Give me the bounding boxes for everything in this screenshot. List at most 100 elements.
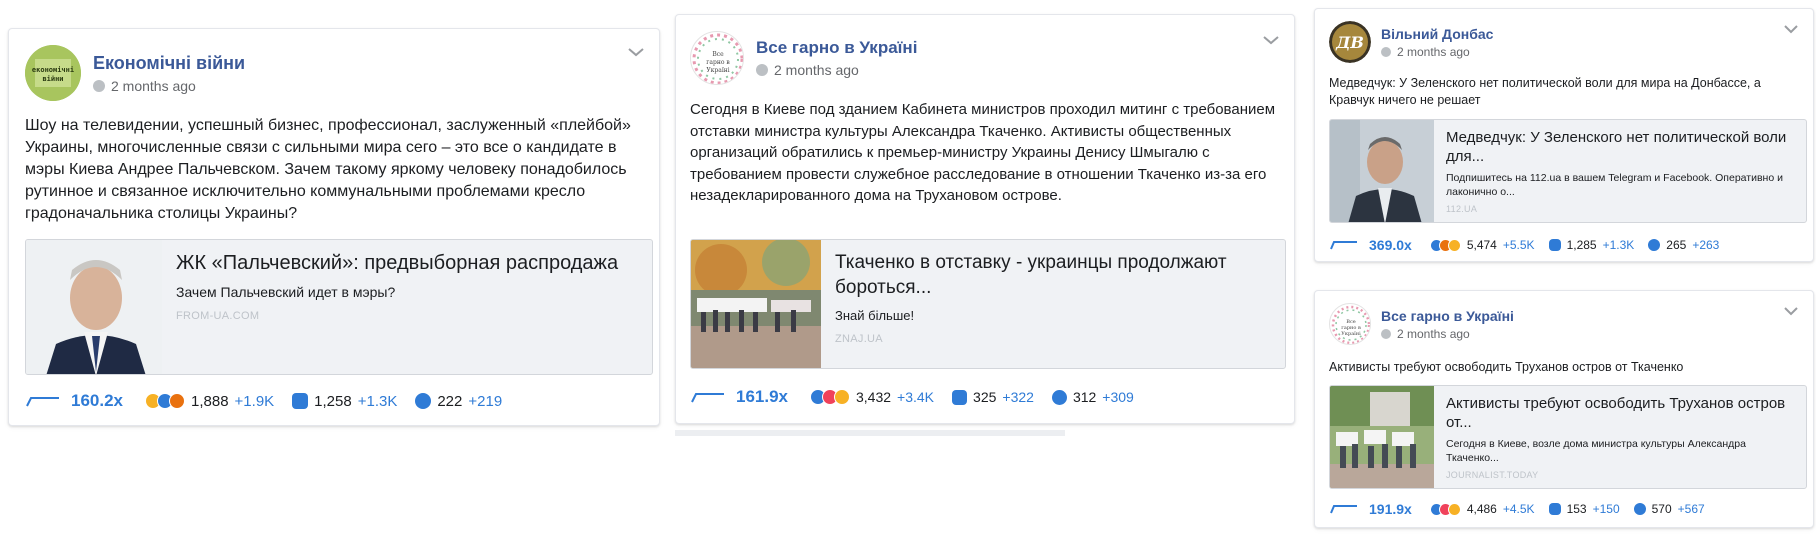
- share-icon: [415, 393, 432, 409]
- overperformance-score[interactable]: 191.9x: [1329, 501, 1412, 517]
- trend-line-icon: [1330, 505, 1357, 514]
- link-title[interactable]: ЖК «Пальчевский»: предвыборная распродаж…: [176, 250, 618, 276]
- link-title[interactable]: Активисты требуют освободить Труханов ос…: [1446, 394, 1794, 432]
- page-name[interactable]: Економічні війни: [93, 53, 245, 74]
- page-name[interactable]: Вільний Донбас: [1381, 26, 1493, 42]
- svg-text:гарно в: гарно в: [706, 59, 730, 66]
- shares-count[interactable]: 570: [1652, 502, 1672, 516]
- share-icon: [1051, 389, 1067, 405]
- reactions-delta: +1.9K: [234, 392, 275, 410]
- svg-text:Україні: Україні: [706, 67, 729, 74]
- svg-text:Все: Все: [712, 51, 724, 58]
- overperformance-value: 161.9x: [736, 387, 788, 406]
- comments-count[interactable]: 325: [973, 389, 996, 405]
- reactions-count[interactable]: 5,474: [1467, 238, 1497, 252]
- reactions-delta: +4.5K: [1502, 502, 1535, 516]
- page-avatar[interactable]: Все гарно в Україні: [690, 31, 744, 85]
- post-time[interactable]: 2 months ago: [111, 78, 196, 94]
- comments-count[interactable]: 153: [1567, 502, 1587, 516]
- overperformance-value: 160.2x: [71, 391, 123, 410]
- reaction-emojis: [810, 389, 850, 405]
- page-avatar[interactable]: ДВ: [1329, 21, 1371, 63]
- reaction-emojis: [145, 393, 185, 409]
- link-description: Подпишитесь на 112.ua в вашем Telegram и…: [1446, 172, 1783, 198]
- chevron-down-icon[interactable]: [627, 45, 645, 63]
- globe-icon: [756, 64, 768, 76]
- chevron-down-icon[interactable]: [1262, 33, 1280, 51]
- chevron-down-icon[interactable]: [1783, 303, 1799, 321]
- post-text: Сегодня в Киеве под зданием Кабинета мин…: [690, 101, 1276, 204]
- shares-count[interactable]: 312: [1073, 389, 1096, 405]
- shares-delta: +567: [1677, 502, 1705, 516]
- post-time[interactable]: 2 months ago: [774, 62, 859, 78]
- comment-icon: [952, 389, 968, 405]
- comment-icon: [1548, 503, 1561, 515]
- overperformance-value: 191.9x: [1369, 501, 1412, 517]
- overperformance-value: 369.0x: [1369, 237, 1412, 253]
- link-thumbnail: [1330, 386, 1434, 488]
- share-icon: [1648, 239, 1661, 251]
- post-card: економічні війни Економічні війни 2 mont…: [8, 28, 660, 426]
- shares-delta: +263: [1692, 238, 1720, 252]
- overperformance-score[interactable]: 161.9x: [690, 387, 788, 407]
- comments-delta: +322: [1002, 389, 1034, 405]
- link-preview[interactable]: Медведчук: У Зеленского нет политической…: [1329, 119, 1807, 223]
- divider: [675, 430, 1065, 436]
- link-preview[interactable]: Активисты требуют освободить Труханов ос…: [1329, 385, 1807, 489]
- link-title[interactable]: Медведчук: У Зеленского нет политической…: [1446, 128, 1794, 166]
- reactions-delta: +3.4K: [897, 389, 935, 405]
- reactions-delta: +5.5K: [1502, 238, 1535, 252]
- page-avatar[interactable]: Все гарно в Україні: [1329, 303, 1371, 345]
- link-title[interactable]: Ткаченко в отставку - украинцы продолжаю…: [835, 250, 1271, 300]
- haha-icon: [1447, 502, 1461, 516]
- haha-icon: [1447, 238, 1461, 252]
- link-domain: JOURNALIST.TODAY: [1446, 470, 1539, 480]
- comments-count[interactable]: 1,285: [1567, 238, 1597, 252]
- chevron-down-icon[interactable]: [1783, 21, 1799, 39]
- link-domain: ZNAJ.UA: [835, 333, 883, 345]
- shares-delta: +219: [468, 392, 503, 410]
- reactions-count[interactable]: 3,432: [856, 389, 891, 405]
- svg-text:економічні: економічні: [32, 66, 74, 74]
- post-time[interactable]: 2 months ago: [1397, 45, 1470, 59]
- page-avatar[interactable]: економічні війни: [25, 45, 81, 101]
- post-text: Активисты требуют освободить Труханов ос…: [1329, 360, 1684, 374]
- page-name[interactable]: Все гарно в Україні: [756, 38, 917, 58]
- trend-line-icon: [691, 393, 724, 403]
- link-description: Сегодня в Киеве, возле дома министра кул…: [1446, 438, 1746, 464]
- reaction-emojis: [1429, 502, 1461, 516]
- svg-text:війни: війни: [42, 75, 63, 83]
- svg-text:ДВ: ДВ: [1335, 33, 1364, 52]
- reaction-emojis: [1429, 238, 1461, 252]
- comments-delta: +1.3K: [1602, 238, 1635, 252]
- post-text: Шоу на телевидении, успешный бизнес, про…: [25, 117, 631, 222]
- link-description: Знай більше!: [835, 308, 915, 323]
- link-thumbnail: [691, 240, 821, 368]
- shares-count[interactable]: 265: [1666, 238, 1686, 252]
- reactions-count[interactable]: 4,486: [1467, 502, 1497, 516]
- reactions-count[interactable]: 1,888: [191, 393, 229, 410]
- page-name[interactable]: Все гарно в Україні: [1381, 308, 1514, 324]
- trend-line-icon: [1330, 241, 1357, 250]
- share-icon: [1633, 503, 1646, 515]
- comments-count[interactable]: 1,258: [314, 393, 352, 410]
- post-card: Все гарно в Україні Все гарно в Україні …: [675, 14, 1295, 424]
- overperformance-score[interactable]: 369.0x: [1329, 237, 1412, 253]
- link-preview[interactable]: Ткаченко в отставку - украинцы продолжаю…: [690, 239, 1286, 369]
- post-card: ДВ Вільний Донбас 2 months ago Медведчук…: [1314, 8, 1814, 262]
- shares-delta: +309: [1102, 389, 1134, 405]
- shares-count[interactable]: 222: [437, 393, 462, 410]
- haha-icon: [834, 389, 850, 405]
- link-domain: 112.UA: [1446, 204, 1478, 214]
- overperformance-score[interactable]: 160.2x: [25, 391, 123, 411]
- svg-text:Україні: Україні: [1341, 331, 1361, 337]
- link-domain: FROM-UA.COM: [176, 310, 260, 322]
- globe-icon: [1381, 46, 1391, 57]
- post-time[interactable]: 2 months ago: [1397, 327, 1470, 341]
- comment-icon: [1548, 239, 1561, 251]
- link-preview[interactable]: ЖК «Пальчевский»: предвыборная распродаж…: [25, 239, 653, 375]
- comments-delta: +1.3K: [357, 392, 398, 410]
- link-thumbnail: [1330, 120, 1434, 222]
- link-description: Зачем Пальчевский идет в мэры?: [176, 284, 396, 300]
- trend-line-icon: [26, 397, 59, 407]
